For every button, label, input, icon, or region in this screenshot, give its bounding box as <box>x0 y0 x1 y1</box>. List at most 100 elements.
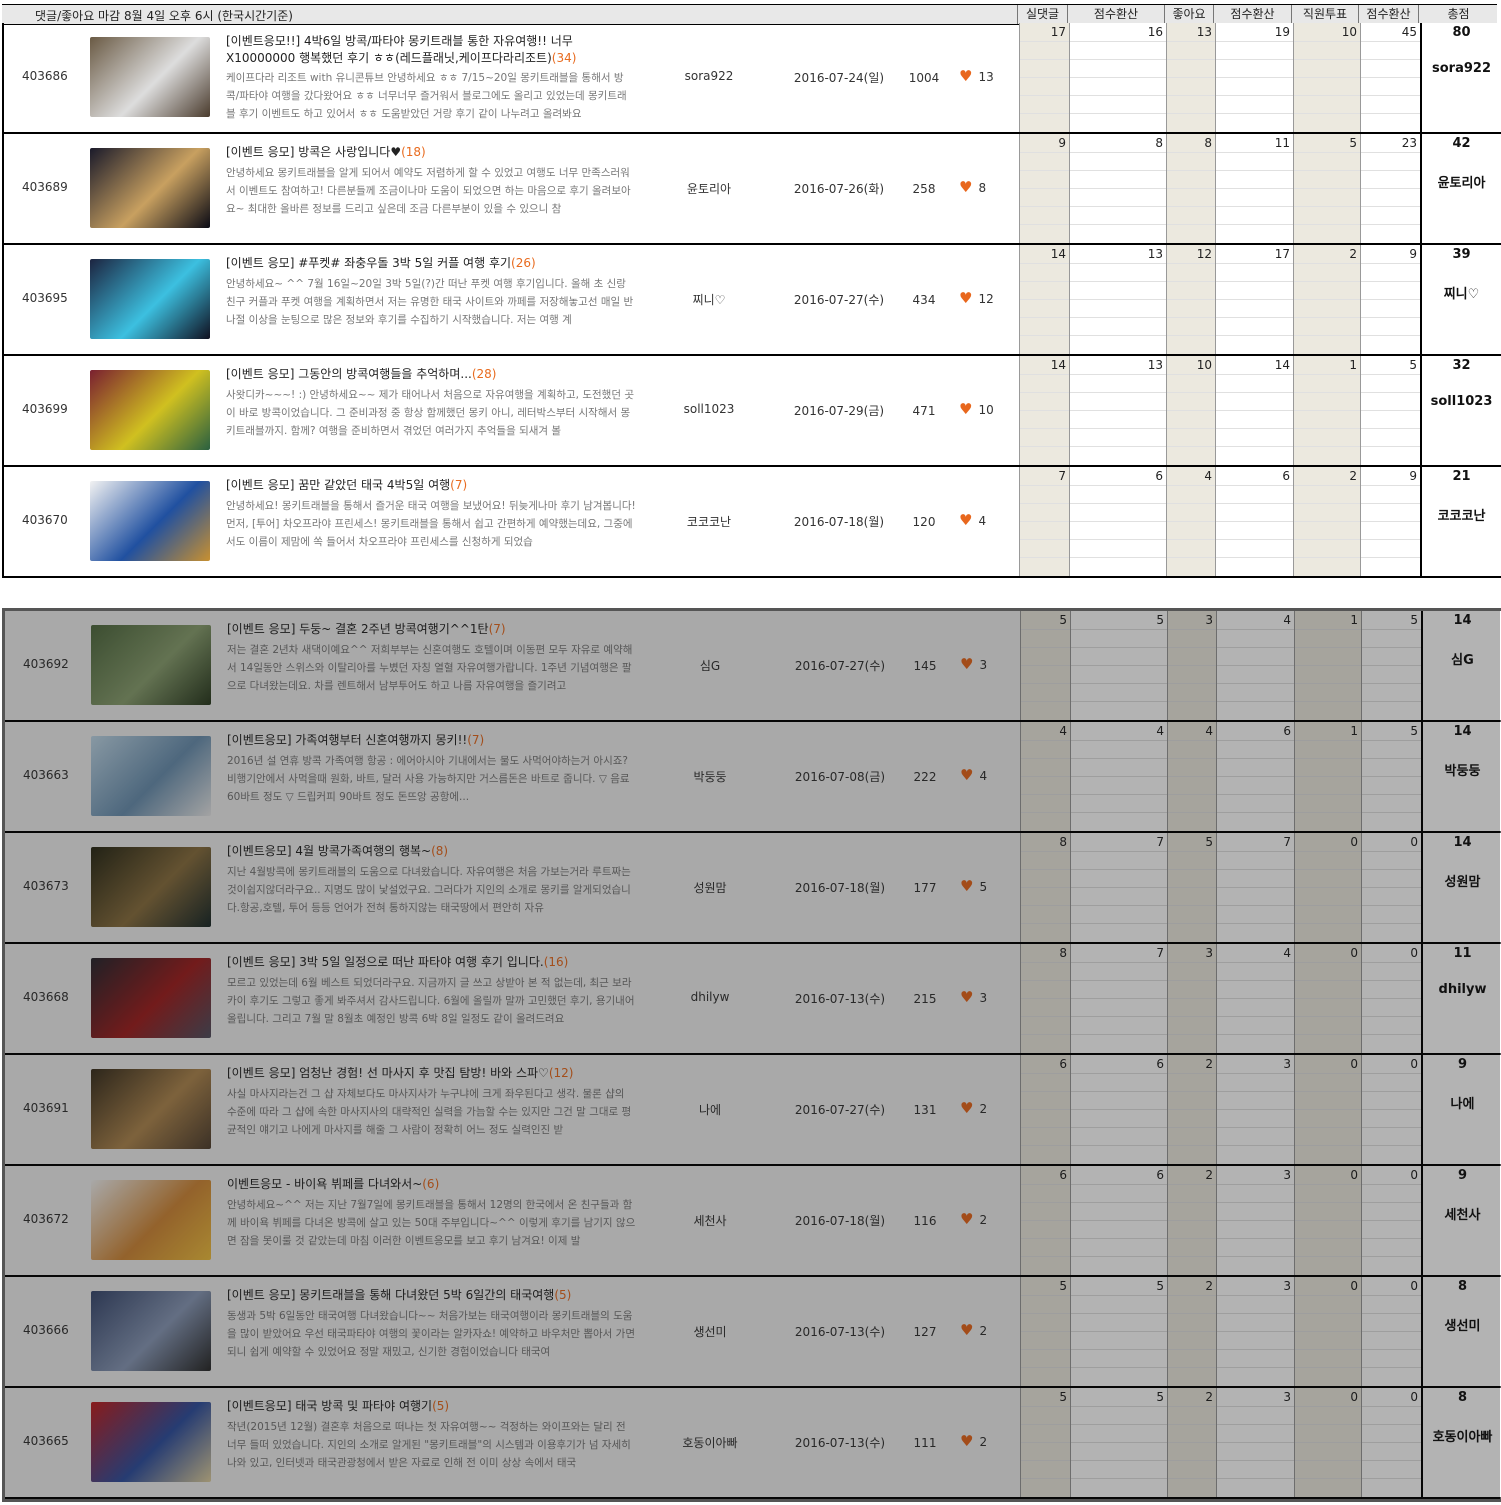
heart-icon[interactable]: ♥ <box>960 877 973 895</box>
entry-title[interactable]: [이벤트 응모] 두둥~ 결혼 2주년 방콕여행기^^1탄 <box>227 622 489 636</box>
grid-line <box>1216 152 1293 153</box>
entry-title[interactable]: [이벤트응모] 4월 방콕가족여행의 행복~ <box>227 844 431 858</box>
grid-line <box>1295 1256 1361 1257</box>
entry-title[interactable]: [이벤트 응모] 3박 5일 일정으로 떠난 파타야 여행 후기 입니다. <box>227 955 544 969</box>
entry-thumbnail[interactable] <box>90 36 210 117</box>
grid-line <box>1361 263 1420 264</box>
entry-title-link[interactable]: [이벤트 응모] 그동안의 방콕여행들을 추억하며...(28) <box>226 366 626 383</box>
grid-line <box>1070 299 1166 300</box>
entry-title-link[interactable]: 이벤트응모 - 바이욕 뷔페를 다녀와서~(6) <box>227 1176 627 1193</box>
heart-icon[interactable]: ♥ <box>960 766 973 784</box>
entry-likes[interactable]: ♥ 2 <box>960 1321 987 1339</box>
entry-likes[interactable]: ♥ 3 <box>960 988 987 1006</box>
entry-likes[interactable]: ♥ 8 <box>959 178 986 196</box>
entry-thumbnail[interactable] <box>90 258 210 339</box>
entry-thumbnail[interactable] <box>90 369 210 450</box>
entry-row[interactable]: 403686 [이벤트응모!!] 4박6일 방콕/파타야 몽키트래블 통한 자유여… <box>4 23 1501 134</box>
entry-row[interactable]: 403665 [이벤트응모] 태국 방콕 및 파타야 여행기(5) 작년(2015년… <box>5 1388 1501 1499</box>
entry-title[interactable]: [이벤트응모] 태국 방콕 및 파타야 여행기 <box>227 1399 432 1413</box>
entry-thumbnail[interactable] <box>90 480 210 561</box>
grid-line <box>1021 1145 1070 1146</box>
entry-row[interactable]: 403663 [이벤트응모] 가족여행부터 신혼여행까지 몽키!!(7) 2016년… <box>5 722 1501 833</box>
entry-thumbnail[interactable] <box>91 624 211 705</box>
entry-title[interactable]: [이벤트 응모] 몽키트래블을 통해 다녀왔던 5박 6일간의 태국여행 <box>227 1288 554 1302</box>
heart-icon[interactable]: ♥ <box>960 1321 973 1339</box>
entry-author[interactable]: soll1023 <box>664 402 754 416</box>
entry-author[interactable]: 윤토리아 <box>664 180 754 197</box>
entry-likes[interactable]: ♥ 3 <box>960 655 987 673</box>
entry-title[interactable]: [이벤트 응모] 그동안의 방콕여행들을 추억하며... <box>226 367 472 381</box>
heart-icon[interactable]: ♥ <box>959 178 972 196</box>
entry-title-link[interactable]: [이벤트응모!!] 4박6일 방콕/파타야 몽키트래블 통한 자유여행!! 너무… <box>226 33 626 67</box>
entry-title-link[interactable]: [이벤트 응모] 몽키트래블을 통해 다녀왔던 5박 6일간의 태국여행(5) <box>227 1287 627 1304</box>
entry-author[interactable]: dhilyw <box>665 990 755 1004</box>
entry-title[interactable]: [이벤트 응모] 꿈만 같았던 태국 4박5일 여행 <box>226 478 450 492</box>
entry-thumbnail[interactable] <box>91 1290 211 1371</box>
entry-title-link[interactable]: [이벤트 응모] 꿈만 같았던 태국 4박5일 여행(7) <box>226 477 626 494</box>
entry-title-link[interactable]: [이벤트 응모] 두둥~ 결혼 2주년 방콕여행기^^1탄(7) <box>227 621 627 638</box>
entry-author[interactable]: 찌니♡ <box>664 291 754 308</box>
entry-likes[interactable]: ♥ 13 <box>959 67 994 85</box>
heart-icon[interactable]: ♥ <box>960 1432 973 1450</box>
entry-author[interactable]: 성원맘 <box>665 879 755 896</box>
entry-row[interactable]: 403689 [이벤트 응모] 방콕은 사랑입니다♥(18) 안녕하세요 몽키트래블… <box>4 134 1501 245</box>
entry-likes[interactable]: ♥ 2 <box>960 1099 987 1117</box>
entry-title-link[interactable]: [이벤트 응모] #푸켓# 좌충우돌 3박 5일 커플 여행 후기(26) <box>226 255 626 272</box>
entry-row[interactable]: 403699 [이벤트 응모] 그동안의 방콕여행들을 추억하며...(28) 사왓… <box>4 356 1501 467</box>
entry-title-link[interactable]: [이벤트응모] 가족여행부터 신혼여행까지 몽키!!(7) <box>227 732 627 749</box>
entry-row[interactable]: 403691 [이벤트 응모] 엄청난 경험! 선 마사지 후 맛집 탐방! 바와… <box>5 1055 1501 1166</box>
entry-row[interactable]: 403695 [이벤트 응모] #푸켓# 좌충우돌 3박 5일 커플 여행 후기(… <box>4 245 1501 356</box>
entry-title[interactable]: [이벤트 응모] 방콕은 사랑입니다♥ <box>226 145 401 159</box>
heart-icon[interactable]: ♥ <box>959 511 972 529</box>
entry-title-link[interactable]: [이벤트 응모] 엄청난 경험! 선 마사지 후 맛집 탐방! 바와 스파♡(1… <box>227 1065 627 1082</box>
entry-thumbnail[interactable] <box>91 957 211 1038</box>
entry-title[interactable]: 이벤트응모 - 바이욕 뷔페를 다녀와서~ <box>227 1177 422 1191</box>
heart-icon[interactable]: ♥ <box>959 400 972 418</box>
entry-title[interactable]: [이벤트응모!!] 4박6일 방콕/파타야 몽키트래블 통한 자유여행!! 너무… <box>226 34 573 65</box>
heart-icon[interactable]: ♥ <box>960 988 973 1006</box>
entry-likes[interactable]: ♥ 2 <box>960 1432 987 1450</box>
entry-row[interactable]: 403672 이벤트응모 - 바이욕 뷔페를 다녀와서~(6) 안녕하세요~^^ 저… <box>5 1166 1501 1277</box>
entry-title-link[interactable]: [이벤트응모] 4월 방콕가족여행의 행복~(8) <box>227 843 627 860</box>
entry-author[interactable]: 코코코난 <box>664 513 754 530</box>
entry-author[interactable]: 호동이아빠 <box>665 1434 755 1451</box>
entry-title-link[interactable]: [이벤트응모] 태국 방콕 및 파타야 여행기(5) <box>227 1398 627 1415</box>
entry-likes[interactable]: ♥ 2 <box>960 1210 987 1228</box>
entry-row[interactable]: 403666 [이벤트 응모] 몽키트래블을 통해 다녀왔던 5박 6일간의 태국… <box>5 1277 1501 1388</box>
entry-likes[interactable]: ♥ 4 <box>960 766 987 784</box>
heart-icon[interactable]: ♥ <box>960 1099 973 1117</box>
heart-icon[interactable]: ♥ <box>960 655 973 673</box>
heart-icon[interactable]: ♥ <box>959 67 972 85</box>
entry-title-link[interactable]: [이벤트 응모] 방콕은 사랑입니다♥(18) <box>226 144 626 161</box>
entry-thumbnail[interactable] <box>91 735 211 816</box>
entry-author[interactable]: 나에 <box>665 1101 755 1118</box>
entry-title[interactable]: [이벤트 응모] 엄청난 경험! 선 마사지 후 맛집 탐방! 바와 스파♡ <box>227 1066 549 1080</box>
entry-row[interactable]: 403692 [이벤트 응모] 두둥~ 결혼 2주년 방콕여행기^^1탄(7) 저는… <box>5 611 1501 722</box>
entry-author[interactable]: 심G <box>665 657 755 674</box>
heart-icon[interactable]: ♥ <box>959 289 972 307</box>
entry-thumbnail[interactable] <box>91 1401 211 1482</box>
entry-likes[interactable]: ♥ 10 <box>959 400 994 418</box>
entry-row[interactable]: 403668 [이벤트 응모] 3박 5일 일정으로 떠난 파타야 여행 후기 입… <box>5 944 1501 1055</box>
grid-line <box>1294 335 1360 336</box>
entry-author[interactable]: 박둥둥 <box>665 768 755 785</box>
entry-row[interactable]: 403673 [이벤트응모] 4월 방콕가족여행의 행복~(8) 지난 4월방콕에 … <box>5 833 1501 944</box>
score-value: 14 <box>1050 247 1066 261</box>
entry-author[interactable]: 세천사 <box>665 1212 755 1229</box>
heart-icon[interactable]: ♥ <box>960 1210 973 1228</box>
entry-title[interactable]: [이벤트응모] 가족여행부터 신혼여행까지 몽키!! <box>227 733 467 747</box>
entry-thumbnail[interactable] <box>90 147 210 228</box>
entry-likes[interactable]: ♥ 12 <box>959 289 994 307</box>
grid-line <box>1070 392 1166 393</box>
entry-title[interactable]: [이벤트 응모] #푸켓# 좌충우돌 3박 5일 커플 여행 후기 <box>226 256 511 270</box>
entry-row[interactable]: 403670 [이벤트 응모] 꿈만 같았던 태국 4박5일 여행(7) 안녕하세요… <box>4 467 1501 578</box>
entry-likes[interactable]: ♥ 4 <box>959 511 986 529</box>
entry-thumbnail[interactable] <box>91 1179 211 1260</box>
entry-thumbnail[interactable] <box>91 846 211 927</box>
entry-likes[interactable]: ♥ 5 <box>960 877 987 895</box>
entry-thumbnail[interactable] <box>91 1068 211 1149</box>
entry-author[interactable]: sora922 <box>664 69 754 83</box>
entry-author[interactable]: 생선미 <box>665 1323 755 1340</box>
like-count: 3 <box>979 990 988 1005</box>
entry-title-link[interactable]: [이벤트 응모] 3박 5일 일정으로 떠난 파타야 여행 후기 입니다.(16… <box>227 954 627 971</box>
